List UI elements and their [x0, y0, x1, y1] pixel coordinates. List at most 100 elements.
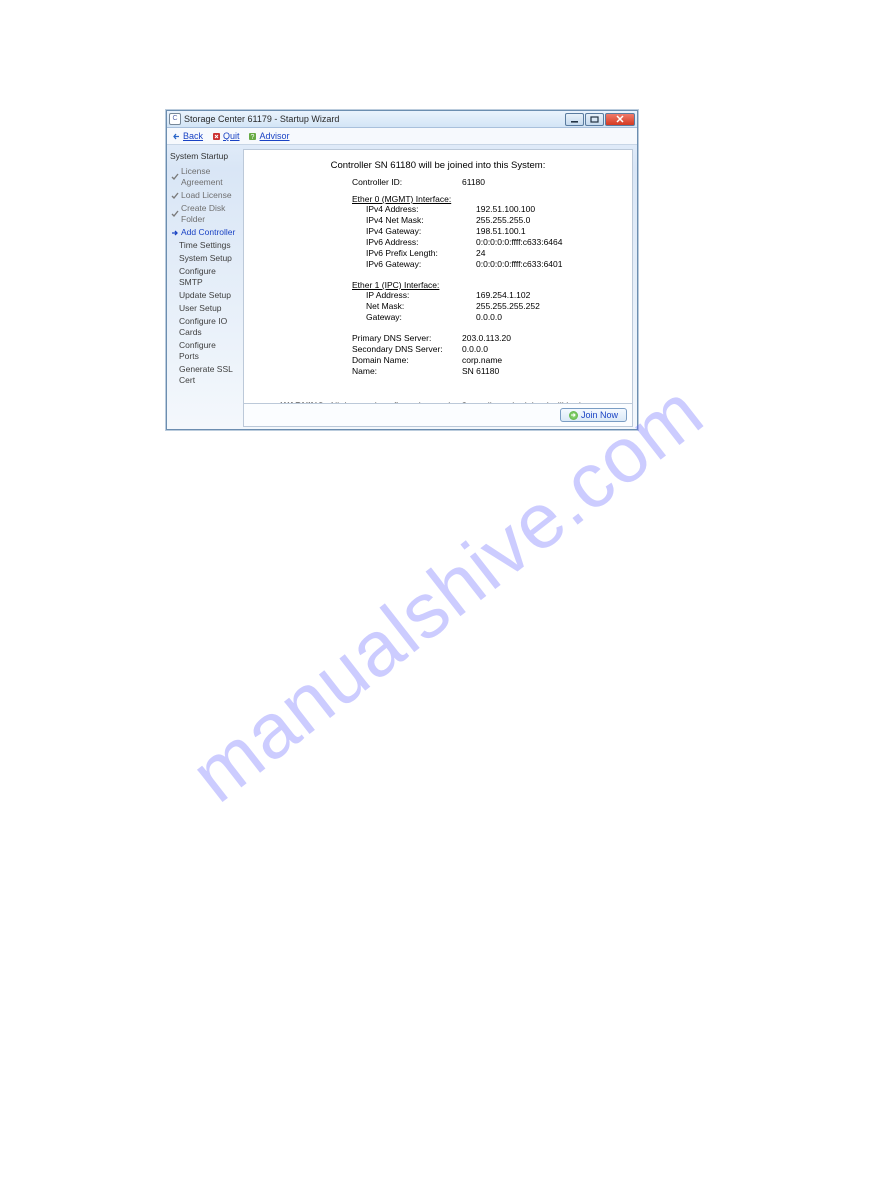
watermark: manualshive.com [173, 366, 719, 821]
eth0-row: IPv4 Gateway:198.51.100.1 [352, 226, 602, 237]
label: IPv6 Gateway: [366, 259, 476, 270]
value: 0:0:0:0:0:ffff:c633:6401 [476, 259, 602, 270]
maximize-button[interactable] [585, 113, 604, 126]
quit-icon [211, 131, 221, 141]
label: Secondary DNS Server: [352, 344, 462, 355]
sidebar-item-configure-smtp[interactable]: Configure SMTP [169, 265, 237, 289]
dns-row: Secondary DNS Server:0.0.0.0 [352, 344, 602, 355]
window-title: Storage Center 61179 - Startup Wizard [184, 114, 339, 124]
footer-bar: Join Now [243, 404, 633, 427]
wizard-window: C Storage Center 61179 - Startup Wizard … [166, 110, 638, 430]
eth1-row: Net Mask:255.255.255.252 [352, 301, 602, 312]
value: SN 61180 [462, 366, 602, 377]
label: IPv4 Address: [366, 204, 476, 215]
dns-row: Name:SN 61180 [352, 366, 602, 377]
sidebar-item-label: Configure Ports [179, 340, 237, 362]
eth0-header: Ether 0 (MGMT) Interface: [352, 194, 602, 204]
value: 192.51.100.100 [476, 204, 602, 215]
minimize-button[interactable] [565, 113, 584, 126]
advisor-icon: ? [248, 131, 258, 141]
check-icon [171, 210, 179, 218]
back-link[interactable]: Back [183, 131, 203, 141]
title-bar[interactable]: C Storage Center 61179 - Startup Wizard [167, 111, 637, 128]
sidebar-item-label: Create Disk Folder [181, 203, 237, 225]
eth1-row: IP Address:169.254.1.102 [352, 290, 602, 301]
join-label: Join Now [581, 410, 618, 420]
value: 0.0.0.0 [476, 312, 602, 323]
value: 255.255.255.252 [476, 301, 602, 312]
sidebar-item-label: Update Setup [179, 290, 231, 301]
sidebar-item-label: Time Settings [179, 240, 231, 251]
label: Gateway: [366, 312, 476, 323]
sidebar-item-system-setup[interactable]: System Setup [169, 252, 237, 265]
sidebar-item-user-setup[interactable]: User Setup [169, 302, 237, 315]
label: Primary DNS Server: [352, 333, 462, 344]
sidebar-item-update-setup[interactable]: Update Setup [169, 289, 237, 302]
main-panel: Controller SN 61180 will be joined into … [239, 145, 637, 431]
label: IP Address: [366, 290, 476, 301]
sidebar-item-label: Configure SMTP [179, 266, 237, 288]
value: 24 [476, 248, 602, 259]
sidebar-heading: System Startup [169, 149, 237, 165]
headline: Controller SN 61180 will be joined into … [252, 160, 624, 171]
eth1-header: Ether 1 (IPC) Interface: [352, 280, 602, 290]
value: corp.name [462, 355, 602, 366]
sidebar-item-time-settings[interactable]: Time Settings [169, 239, 237, 252]
sidebar: System Startup License Agreement Load Li… [167, 145, 239, 431]
label: IPv6 Prefix Length: [366, 248, 476, 259]
check-icon [171, 192, 179, 200]
quit-link[interactable]: Quit [223, 131, 240, 141]
eth0-row: IPv6 Prefix Length:24 [352, 248, 602, 259]
sidebar-item-configure-ports[interactable]: Configure Ports [169, 339, 237, 363]
advisor-button[interactable]: ? Advisor [248, 131, 290, 141]
sidebar-item-label: Add Controller [181, 227, 235, 238]
join-icon [569, 411, 578, 420]
eth0-row: IPv6 Gateway:0:0:0:0:0:ffff:c633:6401 [352, 259, 602, 270]
eth1-row: Gateway:0.0.0.0 [352, 312, 602, 323]
toolbar: Back Quit ? Advisor [167, 128, 637, 145]
sidebar-item-create-disk-folder[interactable]: Create Disk Folder [169, 202, 237, 226]
sidebar-item-label: License Agreement [181, 166, 237, 188]
quit-button[interactable]: Quit [211, 131, 240, 141]
label: Domain Name: [352, 355, 462, 366]
value: 61180 [462, 177, 602, 188]
value: 169.254.1.102 [476, 290, 602, 301]
eth0-row: IPv4 Address:192.51.100.100 [352, 204, 602, 215]
sidebar-item-label: User Setup [179, 303, 222, 314]
sidebar-item-generate-ssl-cert[interactable]: Generate SSL Cert [169, 363, 237, 387]
app-icon: C [169, 113, 181, 125]
value: 0:0:0:0:0:ffff:c633:6464 [476, 237, 602, 248]
sidebar-item-label: Configure IO Cards [179, 316, 237, 338]
sidebar-item-load-license[interactable]: Load License [169, 189, 237, 202]
check-icon [171, 173, 179, 181]
window-buttons [564, 113, 635, 126]
eth0-row: IPv4 Net Mask:255.255.255.0 [352, 215, 602, 226]
minimize-icon [570, 116, 579, 123]
value: 0.0.0.0 [462, 344, 602, 355]
label: Controller ID: [352, 177, 462, 188]
advisor-link[interactable]: Advisor [260, 131, 290, 141]
sidebar-item-label: System Setup [179, 253, 232, 264]
label: IPv4 Net Mask: [366, 215, 476, 226]
label: IPv4 Gateway: [366, 226, 476, 237]
body: System Startup License Agreement Load Li… [167, 145, 637, 431]
sidebar-item-configure-io-cards[interactable]: Configure IO Cards [169, 315, 237, 339]
content-box: Controller SN 61180 will be joined into … [243, 149, 633, 404]
close-button[interactable] [605, 113, 635, 126]
value: 203.0.113.20 [462, 333, 602, 344]
arrow-right-icon [171, 229, 179, 237]
sidebar-item-license-agreement[interactable]: License Agreement [169, 165, 237, 189]
value: 255.255.255.0 [476, 215, 602, 226]
value: 198.51.100.1 [476, 226, 602, 237]
join-now-button[interactable]: Join Now [560, 408, 627, 422]
sidebar-item-label: Load License [181, 190, 232, 201]
sidebar-item-label: Generate SSL Cert [179, 364, 237, 386]
dns-row: Primary DNS Server:203.0.113.20 [352, 333, 602, 344]
label: IPv6 Address: [366, 237, 476, 248]
back-button[interactable]: Back [171, 131, 203, 141]
sidebar-item-add-controller[interactable]: Add Controller [169, 226, 237, 239]
label: Net Mask: [366, 301, 476, 312]
label: Name: [352, 366, 462, 377]
maximize-icon [590, 116, 599, 123]
controller-id-row: Controller ID: 61180 [352, 177, 602, 188]
